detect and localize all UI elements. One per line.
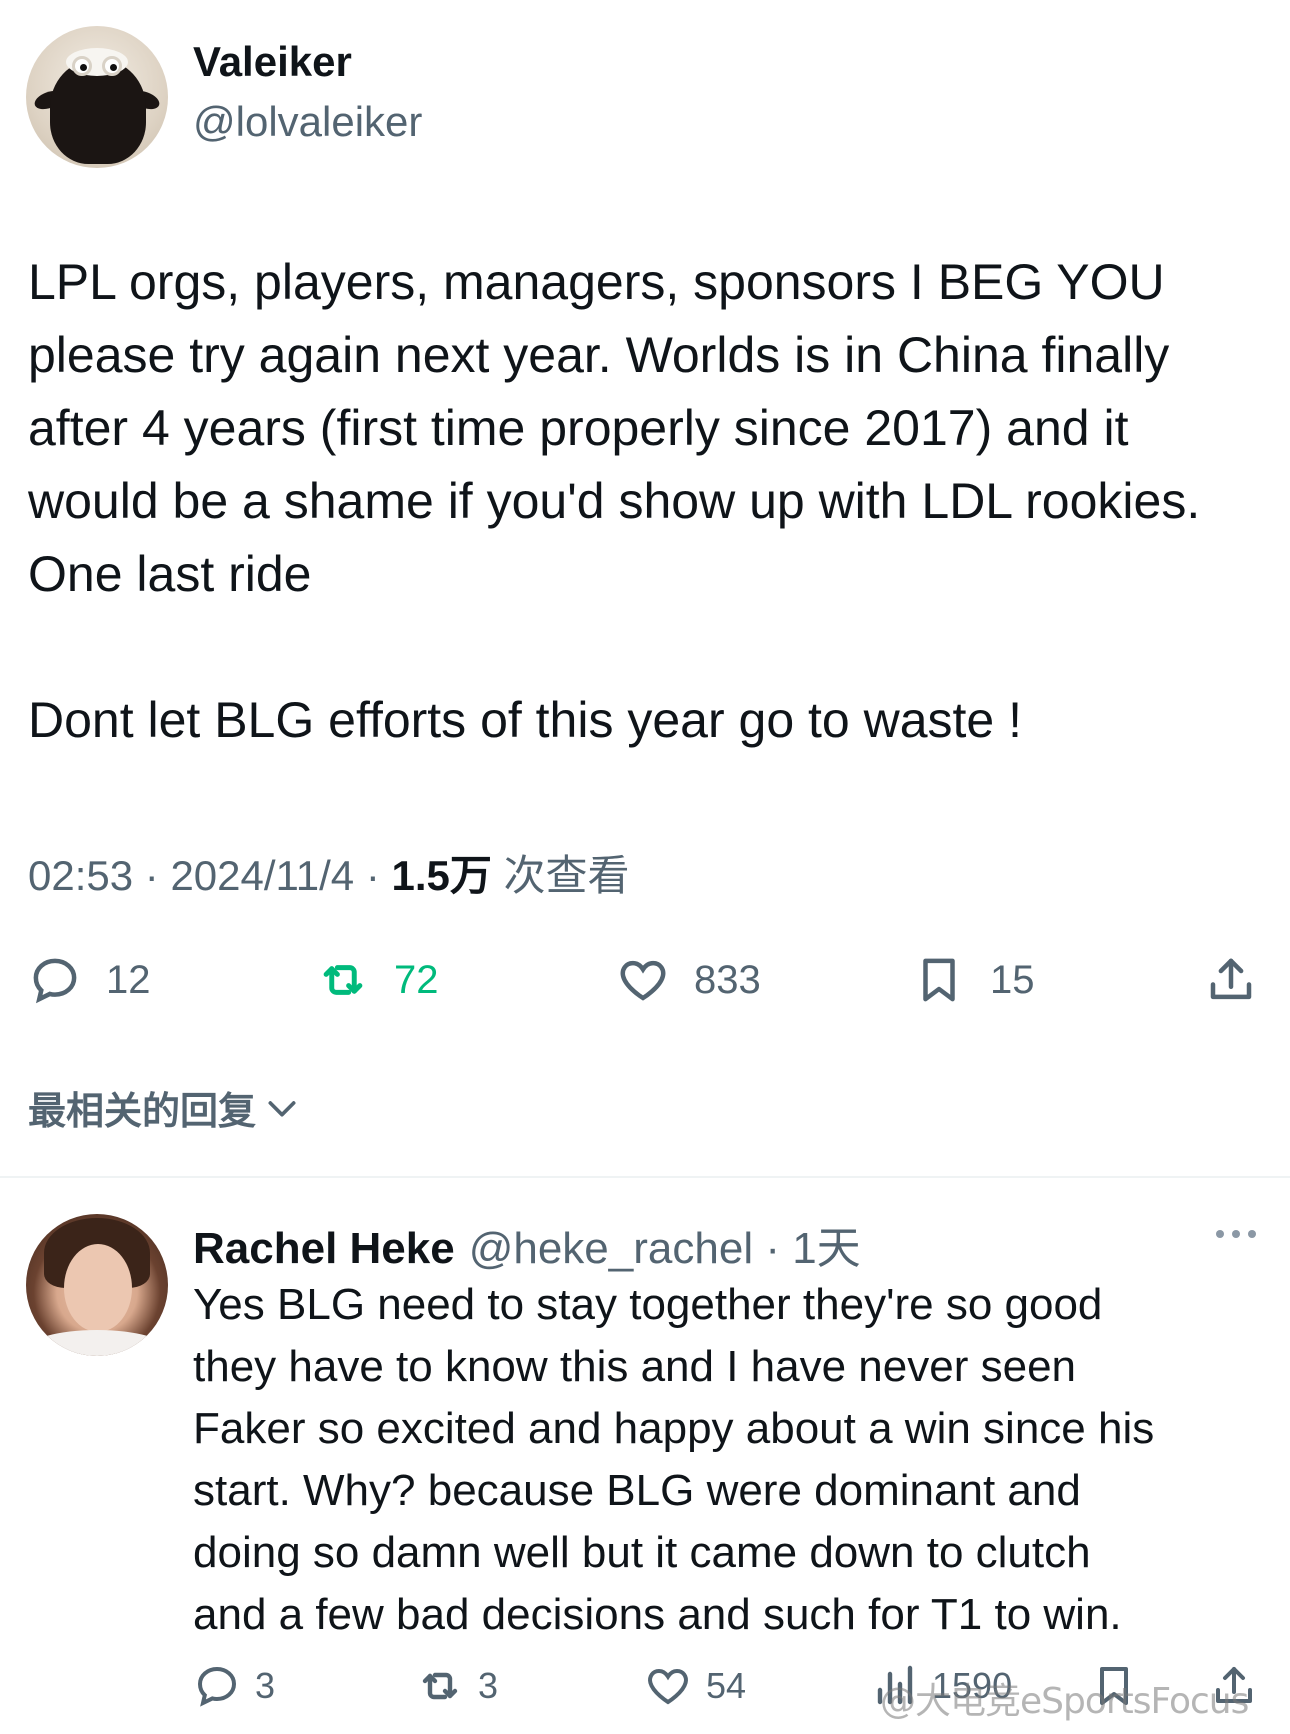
bookmark-icon [923,958,955,1002]
reply-time[interactable]: 1天 [792,1224,860,1273]
reply-author-handle[interactable]: @heke_rachel [469,1224,753,1273]
reply-item[interactable]: Rachel Heke @heke_rachel · 1天 Yes BLG nee… [0,1178,1290,1734]
reply-button[interactable]: 12 [28,950,151,1010]
author-name[interactable]: Valeiker [193,38,352,86]
author-avatar[interactable] [26,26,168,168]
post-meta: 02:53 · 2024/11/4 · 1.5万 次查看 [28,842,630,903]
reply-author-avatar[interactable] [26,1214,168,1356]
reply-icon [33,958,77,1004]
post-time[interactable]: 02:53 [28,852,133,899]
reply-count: 12 [106,957,151,1002]
watermark: @大电竞eSportsFocus [880,1681,1249,1722]
avatar-face [64,1244,132,1332]
chevron-down-icon [268,1100,296,1116]
share-icon [1210,958,1252,1000]
meta-separator: · [354,852,392,899]
views-count[interactable]: 1.5万 [392,852,492,899]
like-button[interactable]: 833 [616,950,761,1010]
meta-separator: · [133,852,171,899]
repost-icon [422,1672,458,1700]
bookmark-button[interactable]: 15 [912,950,1035,1010]
post-date[interactable]: 2024/11/4 [170,852,354,899]
reply-like-button[interactable]: 54 [644,1658,746,1714]
reply-reply-count: 3 [255,1665,276,1706]
reply-like-count: 54 [706,1665,747,1706]
like-count: 833 [694,957,761,1002]
post-actions: 12 72 833 15 [0,950,1290,1010]
author-handle[interactable]: @lolvaleiker [193,98,422,146]
heart-icon [620,960,666,1001]
reply-icon [197,1666,237,1707]
share-button[interactable] [1204,950,1258,1010]
bookmark-count: 15 [990,957,1035,1002]
post-text: LPL orgs, players, managers, sponsors I … [28,254,1201,748]
repost-button[interactable]: 72 [316,950,439,1010]
views-label: 次查看 [491,852,630,899]
reply-separator: · [753,1224,793,1273]
heart-icon [648,1668,688,1705]
more-options-icon[interactable] [1214,1224,1258,1244]
replies-sort-dropdown[interactable]: 最相关的回复 [28,1080,302,1135]
repost-icon [323,965,363,995]
replies-sort-label: 最相关的回复 [28,1089,257,1133]
reply-header: Rachel Heke @heke_rachel · 1天 [193,1212,861,1276]
reply-repost-button[interactable]: 3 [416,1658,498,1714]
reply-repost-count: 3 [478,1665,499,1706]
avatar-shoulder [26,1330,168,1356]
avatar-sheep-eye [72,56,92,76]
reply-text: Yes BLG need to stay together they're so… [193,1280,1155,1639]
reply-author-name[interactable]: Rachel Heke [193,1224,455,1273]
reply-reply-button[interactable]: 3 [193,1658,275,1714]
avatar-sheep-eye [102,56,122,76]
repost-count: 72 [394,957,439,1002]
